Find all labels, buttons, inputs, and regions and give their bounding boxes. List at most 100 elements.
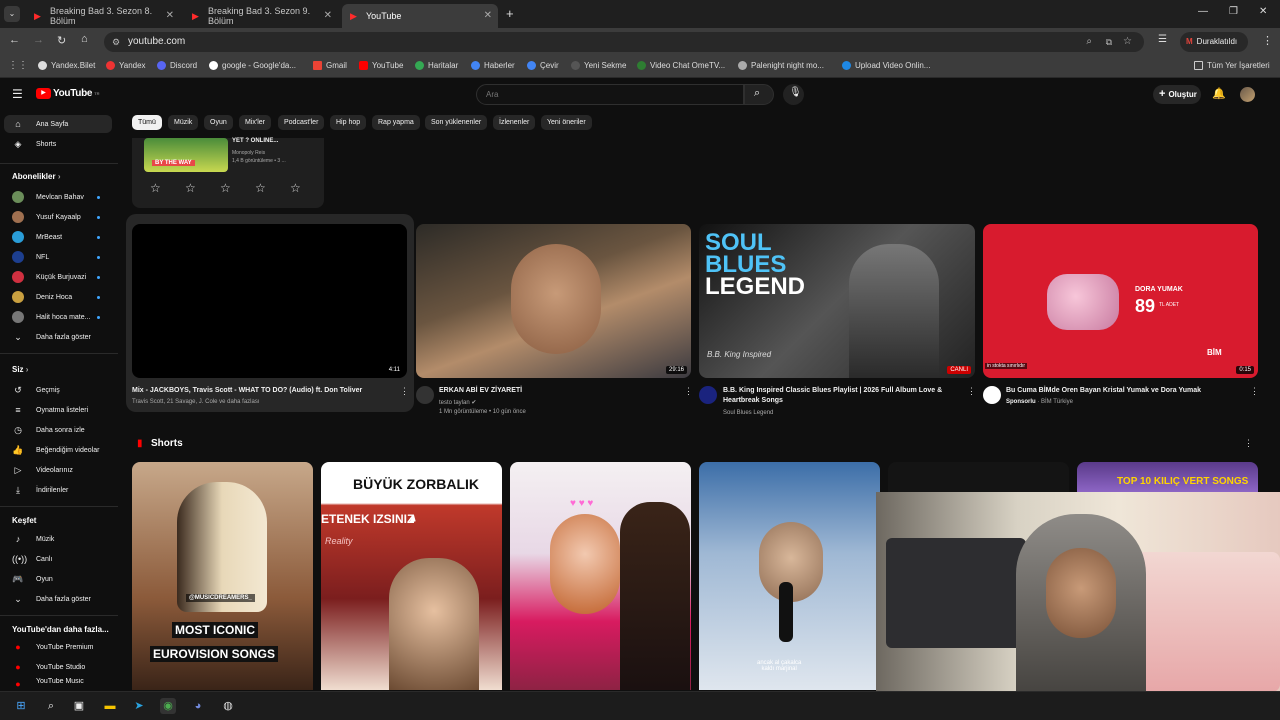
- short-thumbnail[interactable]: @MUSICDREAMERS_ MOST ICONIC EUROVISION S…: [132, 462, 313, 690]
- all-bookmarks-button[interactable]: Tüm Yer İşaretleri: [1194, 61, 1270, 70]
- bookmark-item[interactable]: Gmail: [313, 61, 347, 70]
- short-thumbnail[interactable]: [888, 462, 1069, 494]
- shorts-more-options-icon[interactable]: ⋮: [1244, 438, 1253, 449]
- steam-icon[interactable]: ◍: [220, 698, 236, 714]
- file-explorer-icon[interactable]: ▬: [102, 698, 118, 714]
- forward-icon[interactable]: →: [33, 34, 44, 46]
- rating-star-3-icon[interactable]: ☆: [220, 181, 231, 195]
- close-tab-icon[interactable]: ✕: [324, 10, 332, 21]
- short-thumbnail[interactable]: ♥ ♥ ♥: [510, 462, 691, 690]
- show-more-explore-button[interactable]: ⌄ Daha fazla göster: [4, 590, 112, 608]
- rating-star-5-icon[interactable]: ☆: [290, 181, 301, 195]
- video-title[interactable]: Mix - JACKBOYS, Travis Scott - WHAT TO D…: [132, 386, 394, 396]
- sidebar-item-downloads[interactable]: ⤓ İndirilenler: [4, 481, 112, 499]
- video-title[interactable]: ERKAN ABİ EV ZİYARETİ: [439, 386, 679, 396]
- profile-paused-button[interactable]: M Duraklatıldı: [1180, 32, 1248, 52]
- sidebar-sub-item[interactable]: NFL: [4, 248, 112, 266]
- sidebar-sub-item[interactable]: Küçük Burjuvazi: [4, 268, 112, 286]
- bookmark-item[interactable]: Yeni Sekme: [571, 61, 626, 70]
- close-tab-icon[interactable]: ✕: [166, 10, 174, 21]
- sidebar-item-music-app[interactable]: ● YouTube Music: [4, 678, 112, 688]
- home-icon[interactable]: ⌂: [81, 33, 88, 45]
- zoom-icon[interactable]: ⌕: [1086, 32, 1092, 52]
- account-avatar[interactable]: [1240, 87, 1255, 102]
- sidebar-item-liked[interactable]: 👍 Beğendiğim videolar: [4, 441, 112, 459]
- notifications-bell-icon[interactable]: 🔔: [1212, 87, 1226, 100]
- chip-mixes[interactable]: Mix'ler: [239, 115, 272, 130]
- reading-list-icon[interactable]: ☰: [1158, 34, 1167, 45]
- task-view-icon[interactable]: ▣: [71, 698, 87, 714]
- sidebar-item-home[interactable]: ⌂ Ana Sayfa: [4, 115, 112, 133]
- close-tab-icon[interactable]: ✕: [484, 10, 492, 21]
- ad-thumbnail[interactable]: DORA YUMAK 89 TL ADET BİM in stokta sını…: [983, 224, 1258, 378]
- video-thumbnail[interactable]: 29:16: [416, 224, 691, 378]
- tab-breaking-bad-8[interactable]: ▶ Breaking Bad 3. Sezon 8. Bölüm ✕: [26, 4, 180, 28]
- short-thumbnail[interactable]: TOP 10 KILIÇ VERT SONGS: [1077, 462, 1258, 494]
- hamburger-menu-icon[interactable]: ☰: [12, 87, 23, 101]
- taskbar-search-icon[interactable]: ⌕: [43, 698, 59, 714]
- more-options-icon[interactable]: ⋮: [400, 386, 409, 397]
- telegram-icon[interactable]: ➤: [131, 698, 147, 714]
- sidebar-item-gaming[interactable]: 🎮 Oyun: [4, 570, 112, 588]
- search-button[interactable]: ⌕: [744, 84, 774, 105]
- sidebar-sub-item[interactable]: Yusuf Kayaalp: [4, 208, 112, 226]
- bookmark-item[interactable]: Çevir: [527, 61, 559, 70]
- video-thumbnail[interactable]: 4:11: [132, 224, 407, 378]
- sidebar-item-music[interactable]: ♪ Müzik: [4, 530, 112, 548]
- video-thumbnail[interactable]: SOUL BLUES LEGEND B.B. King Inspired CAN…: [699, 224, 975, 378]
- channel-avatar[interactable]: [416, 386, 434, 404]
- chip-gaming[interactable]: Oyun: [204, 115, 233, 130]
- voice-search-button[interactable]: 🎙: [783, 84, 804, 105]
- bookmark-item[interactable]: YouTube: [359, 61, 403, 70]
- sidebar-sub-item[interactable]: Halit hoca mate...: [4, 308, 112, 326]
- sidebar-item-live[interactable]: ((•)) Canlı: [4, 550, 112, 568]
- video-title[interactable]: B.B. King Inspired Classic Blues Playlis…: [723, 386, 963, 406]
- tab-breaking-bad-9[interactable]: ▶ Breaking Bad 3. Sezon 9. Bölüm ✕: [184, 4, 338, 28]
- rating-star-2-icon[interactable]: ☆: [185, 181, 196, 195]
- bookmark-item[interactable]: Discord: [157, 61, 197, 70]
- tab-youtube[interactable]: ▶ YouTube ✕: [342, 4, 498, 28]
- sidebar-sub-item[interactable]: Mevlcan Bahav: [4, 188, 112, 206]
- sidebar-item-your-videos[interactable]: ▷ Videolarınız: [4, 461, 112, 479]
- new-tab-button[interactable]: +: [506, 6, 514, 21]
- chip-new-to-you[interactable]: Yeni öneriler: [541, 115, 592, 130]
- advertiser-avatar[interactable]: [983, 386, 1001, 404]
- site-info-icon[interactable]: ⚙: [112, 32, 120, 52]
- survey-video-thumbnail[interactable]: BY THE WAY: [144, 138, 228, 172]
- survey-video-title[interactable]: YET ? ONLINE...: [232, 138, 278, 144]
- apps-grid-icon[interactable]: ⋮⋮: [8, 60, 28, 71]
- bookmark-item[interactable]: Haritalar: [415, 61, 458, 70]
- reload-icon[interactable]: ↻: [57, 34, 66, 47]
- discord-icon[interactable]: ◕: [190, 698, 206, 714]
- sidebar-item-studio[interactable]: ● YouTube Studio: [4, 658, 112, 676]
- short-thumbnail[interactable]: BÜYÜK ZORBALIK ETENEK IZSINIZ Reality: [321, 462, 502, 690]
- minimize-button[interactable]: —: [1198, 6, 1208, 17]
- address-bar[interactable]: ⚙ youtube.com ⌕ ⧉ ☆: [104, 32, 1144, 52]
- bookmark-item[interactable]: Palenight night mo...: [738, 61, 824, 70]
- bookmark-item[interactable]: Haberler: [471, 61, 515, 70]
- maximize-button[interactable]: ❐: [1229, 6, 1238, 17]
- chip-all[interactable]: Tümü: [132, 115, 162, 130]
- rating-star-4-icon[interactable]: ☆: [255, 181, 266, 195]
- chip-podcasts[interactable]: Podcast'ler: [278, 115, 325, 130]
- chip-recently-uploaded[interactable]: Son yüklenenler: [425, 115, 488, 130]
- ad-title[interactable]: Bu Cuma BİMde Oren Bayan Kristal Yumak v…: [1006, 386, 1246, 396]
- sidebar-item-playlists[interactable]: ≡ Oynatma listeleri: [4, 401, 112, 419]
- chip-music[interactable]: Müzik: [168, 115, 199, 130]
- channel-avatar[interactable]: [699, 386, 717, 404]
- short-thumbnail[interactable]: ancak al çakalca kaldı marjinal: [699, 462, 880, 690]
- chip-rap[interactable]: Rap yapma: [372, 115, 420, 130]
- back-icon[interactable]: ←: [9, 34, 20, 46]
- bookmark-item[interactable]: Upload Video Onlin...: [842, 61, 930, 70]
- chip-watched[interactable]: İzlenenler: [493, 115, 536, 130]
- rating-star-1-icon[interactable]: ☆: [150, 181, 161, 195]
- tab-list-button[interactable]: ⌄: [4, 6, 20, 22]
- bookmark-item[interactable]: google - Google'da...: [209, 61, 296, 70]
- install-icon[interactable]: ⧉: [1106, 32, 1112, 52]
- sidebar-item-shorts[interactable]: ◈ Shorts: [4, 135, 112, 153]
- search-input[interactable]: Ara: [476, 84, 744, 105]
- browser-menu-icon[interactable]: ⋮: [1262, 34, 1273, 47]
- bookmark-star-icon[interactable]: ☆: [1123, 32, 1132, 52]
- create-button[interactable]: + Oluştur: [1153, 85, 1201, 104]
- youtube-logo[interactable]: ▶ YouTube TR: [36, 88, 100, 99]
